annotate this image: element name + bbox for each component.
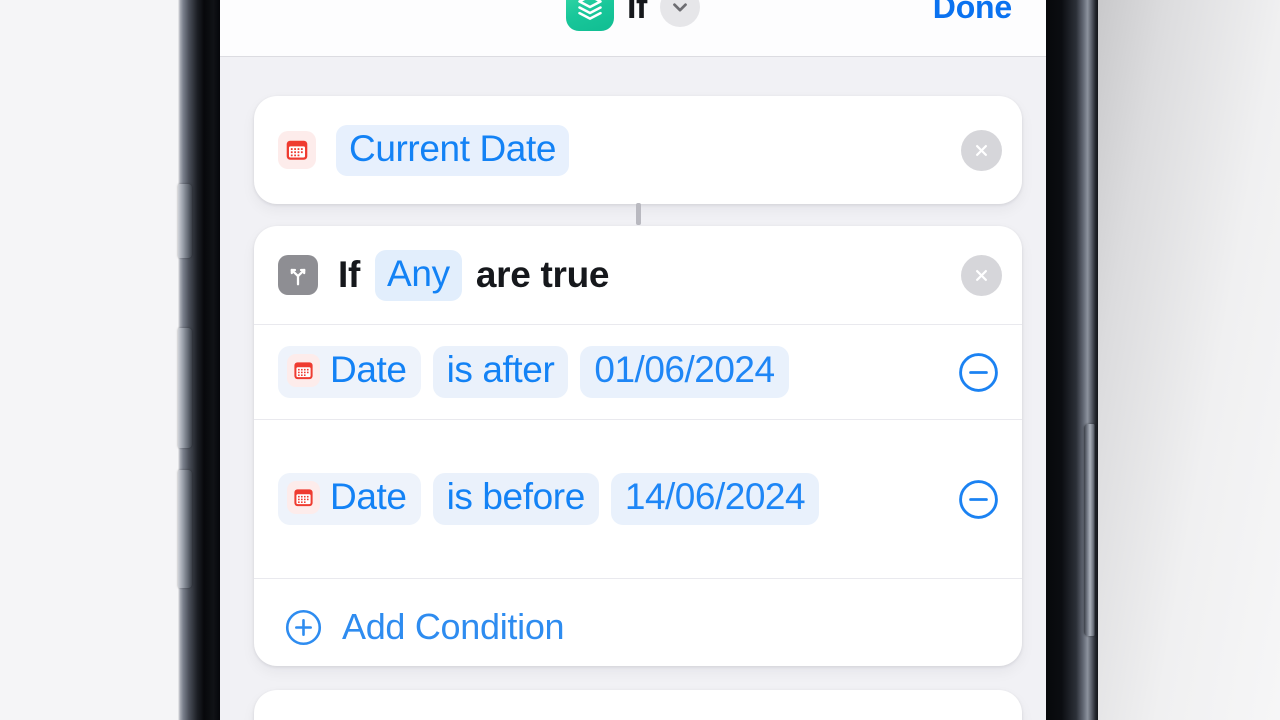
volume-up-button[interactable] xyxy=(178,328,192,448)
navigation-title-group: If xyxy=(220,0,1046,36)
plus-circle-icon xyxy=(284,608,323,647)
chevron-down-icon[interactable] xyxy=(659,0,700,27)
condition-terms: Date is before 14/06/2024 xyxy=(278,457,838,541)
layers-stack-icon xyxy=(566,0,615,31)
quantifier-token[interactable]: Any xyxy=(375,249,462,301)
phone-device: If Done Current Date If Any are true Dat… xyxy=(178,0,1098,720)
minus-circle-icon[interactable] xyxy=(957,478,1000,521)
current-date-row: Current Date xyxy=(254,96,1022,204)
condition-field-token[interactable]: Date xyxy=(278,346,421,398)
minus-circle-icon[interactable] xyxy=(957,351,1000,394)
condition-field-token[interactable]: Date xyxy=(278,473,421,525)
backdrop-right xyxy=(1098,0,1280,720)
backdrop-left xyxy=(0,0,178,720)
condition-row: Date is before 14/06/2024 xyxy=(254,420,1022,578)
calendar-icon xyxy=(287,480,320,514)
condition-operator-token[interactable]: is after xyxy=(432,346,569,398)
if-label: If xyxy=(338,254,361,295)
if-header-row: If Any are true xyxy=(254,226,1022,324)
close-icon[interactable] xyxy=(961,129,1002,171)
navigation-bar: If Done xyxy=(220,0,1046,57)
are-true-label: are true xyxy=(475,254,610,295)
calendar-icon xyxy=(278,131,316,169)
condition-row: Date is after 01/06/2024 xyxy=(254,325,1022,419)
add-condition-label: Add Condition xyxy=(342,606,565,647)
action-card-next-partial[interactable] xyxy=(254,690,1022,720)
shortcut-actions-list: Current Date If Any are true Date is aft… xyxy=(220,58,1046,720)
action-card-current-date[interactable]: Current Date xyxy=(254,96,1022,204)
calendar-icon xyxy=(287,353,320,387)
page-title: If xyxy=(627,0,647,26)
power-button[interactable] xyxy=(1084,424,1095,636)
mute-switch-button[interactable] xyxy=(178,184,192,258)
condition-operator-token[interactable]: is before xyxy=(432,473,599,525)
close-icon[interactable] xyxy=(961,254,1002,296)
condition-field-label: Date xyxy=(330,349,407,390)
add-condition-button[interactable]: Add Condition xyxy=(254,579,1022,675)
condition-field-label: Date xyxy=(330,476,407,517)
current-date-token[interactable]: Current Date xyxy=(336,124,570,176)
branch-icon xyxy=(278,255,318,295)
phone-screen: If Done Current Date If Any are true Dat… xyxy=(220,0,1046,720)
done-button[interactable]: Done xyxy=(933,0,1012,36)
volume-down-button[interactable] xyxy=(178,470,192,588)
action-connector-line xyxy=(636,203,641,225)
condition-value-token[interactable]: 01/06/2024 xyxy=(580,346,789,398)
condition-terms: Date is after 01/06/2024 xyxy=(278,330,943,414)
condition-value-token[interactable]: 14/06/2024 xyxy=(610,473,820,525)
action-card-if[interactable]: If Any are true Date is after 01/06/2024… xyxy=(254,226,1022,666)
